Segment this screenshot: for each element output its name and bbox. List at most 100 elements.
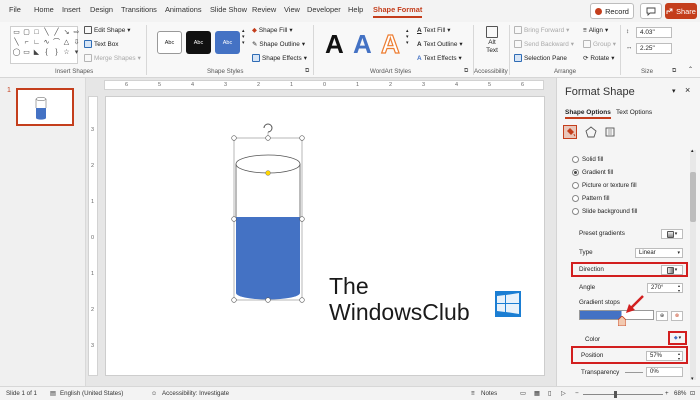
rect-shape-icon[interactable]: □ [32,28,41,37]
shape-fill-button[interactable]: ◆ Shape Fill ▾ [252,26,293,35]
zoom-slider[interactable] [583,391,663,398]
tab-text-options[interactable]: Text Options [616,109,652,116]
selection-pane-button[interactable]: Selection Pane [514,54,567,62]
tab-file[interactable]: File [9,5,21,14]
resize-handle[interactable] [231,297,237,303]
notes-button[interactable]: Notes [481,390,497,397]
scroll-up-icon[interactable]: ▴ [691,148,694,154]
brace-shape-icon[interactable]: } [52,48,61,57]
spelling-icon[interactable]: ▤ [50,390,56,397]
alt-text-button[interactable]: Alt Text [479,26,505,54]
triangle-shape-icon[interactable]: ◣ [32,48,41,57]
slide-thumbnail[interactable] [16,88,74,126]
collapse-ribbon-icon[interactable]: ⌃ [688,66,693,73]
pane-scrollbar-thumb[interactable] [690,172,696,222]
triangle-shape-icon[interactable]: △ [62,38,71,47]
comments-button[interactable] [640,3,662,19]
slide-sorter-icon[interactable]: ▦ [534,390,540,397]
resize-handle[interactable] [299,297,305,303]
spinner-icon[interactable]: ▴ ▾ [678,283,680,293]
reading-view-icon[interactable]: ▯ [548,390,551,397]
text-fill-button[interactable]: A Text Fill ▾ [417,26,451,35]
fit-slide-icon[interactable]: ⊡ [690,390,695,397]
align-button[interactable]: ≡ Align ▾ [583,26,608,35]
pane-menu-icon[interactable]: ▾ [672,87,676,95]
dialog-launcher-icon[interactable]: ⧉ [305,68,309,75]
scroll-down-icon[interactable]: ▾ [691,376,694,382]
transparency-slider[interactable] [625,372,643,373]
oval-shape-icon[interactable]: ◯ [12,48,21,57]
fill-line-tab[interactable] [563,125,577,139]
wordart-scroll[interactable]: ▴ ▾ ▾ [406,28,409,46]
radio-picture-fill[interactable]: Picture or texture fill [572,182,637,189]
tab-shape-options[interactable]: Shape Options [565,109,611,119]
language-status[interactable]: English (United States) [60,390,123,397]
connector-shape-icon[interactable]: ∟ [32,38,41,47]
rotate-handle-icon[interactable] [263,123,273,133]
slideshow-icon[interactable]: ▷ [561,390,566,397]
tab-developer[interactable]: Developer [307,5,341,14]
rect-shape-icon[interactable]: ▭ [12,28,21,37]
tab-design[interactable]: Design [90,5,113,14]
spinner-icon[interactable]: ▴ ▾ [678,351,680,361]
zoom-level[interactable]: 68% [674,390,686,397]
resize-handle[interactable] [231,135,237,141]
tab-animations[interactable]: Animations [165,5,202,14]
cylinder-shape[interactable] [224,123,320,313]
gradient-stop-handle[interactable] [617,316,626,326]
bring-forward-button[interactable]: Bring Forward ▾ [514,26,569,34]
shapes-gallery[interactable]: ▭ ▢ □ ╲ ╱ ↘ ⇨ ╲ ⌐ ∟ ∿ ⌒ △ ⇩ ◯ ▭ ◣ { } ☆ … [10,26,81,64]
tab-help[interactable]: Help [348,5,363,14]
preset-gradients-dropdown[interactable]: ▾ [661,229,683,239]
rect-shape-icon[interactable]: ▢ [22,28,31,37]
arrow-shape-icon[interactable]: ↘ [62,28,71,37]
tab-home[interactable]: Home [34,5,54,14]
shape-style-black[interactable]: Abc [186,31,211,54]
color-picker-button[interactable]: ◆ ▾ [670,333,685,343]
wordart-orange-outline[interactable]: A [380,29,400,58]
arrow-shape-icon[interactable]: ⇩ [72,38,81,47]
angle-input[interactable]: 270° ▴ ▾ [647,283,683,293]
zoom-slider-thumb[interactable] [614,391,618,398]
position-input[interactable]: 57% ▴ ▾ [646,351,683,361]
zoom-in-icon[interactable]: + [665,390,669,397]
line-shape-icon[interactable]: ╲ [12,38,21,47]
line-shape-icon[interactable]: ╲ [42,28,51,37]
normal-view-icon[interactable]: ▭ [520,390,526,397]
edit-shape-button[interactable]: Edit Shape ▾ [84,26,131,34]
add-gradient-stop-button[interactable]: ⊕ [656,311,668,321]
slide-canvas[interactable]: The WindowsClub [105,96,545,376]
tab-transitions[interactable]: Transitions [121,5,157,14]
zoom-out-icon[interactable]: − [575,390,579,397]
transparency-input[interactable]: 0% [646,367,683,377]
radio-solid-fill[interactable]: Solid fill [572,156,603,163]
wordart-blue[interactable]: A [353,30,372,58]
adjust-handle[interactable] [265,170,271,176]
star-shape-icon[interactable]: ☆ [62,48,71,57]
dialog-launcher-icon[interactable]: ⧉ [464,68,468,75]
connector-shape-icon[interactable]: ⌐ [22,38,31,47]
tab-review[interactable]: Review [252,5,276,14]
brace-shape-icon[interactable]: { [42,48,51,57]
curve-shape-icon[interactable]: ⌒ [52,38,61,47]
text-box-button[interactable]: Text Box [84,40,119,48]
shape-height-input[interactable]: 4.03" [636,27,672,38]
resize-handle[interactable] [299,216,305,222]
shape-width-input[interactable]: 2.25" [636,43,672,54]
curve-shape-icon[interactable]: ∿ [42,38,51,47]
direction-dropdown[interactable]: ▾ [661,265,683,275]
line-shape-icon[interactable]: ╱ [52,28,61,37]
share-button[interactable]: Share [665,3,697,19]
group-button[interactable]: Group ▾ [583,40,616,48]
tab-slide-show[interactable]: Slide Show [210,5,247,14]
styles-scroll[interactable]: ▴ ▾ ▾ [242,28,245,46]
tab-insert[interactable]: Insert [62,5,80,14]
pane-scrollbar[interactable] [690,150,696,380]
resize-handle[interactable] [265,297,271,303]
close-icon[interactable]: × [685,85,690,95]
wordart-black[interactable]: A [325,30,344,58]
radio-pattern-fill[interactable]: Pattern fill [572,195,610,202]
radio-gradient-fill[interactable]: Gradient fill [572,169,613,176]
resize-handle[interactable] [299,135,305,141]
dialog-launcher-icon[interactable]: ⧉ [672,68,676,75]
